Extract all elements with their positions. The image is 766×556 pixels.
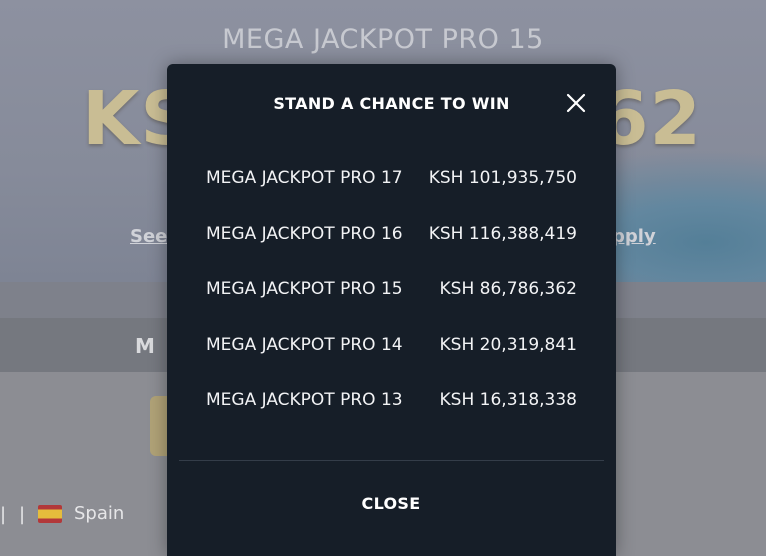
jackpot-row: MEGA JACKPOT PRO 15 KSH 86,786,362: [206, 279, 577, 335]
jackpot-name: MEGA JACKPOT PRO 13: [206, 390, 403, 410]
section-label: M: [135, 334, 157, 358]
close-button[interactable]: CLOSE: [341, 490, 441, 516]
modal-title: STAND A CHANCE TO WIN: [273, 94, 510, 113]
jackpot-amount: KSH 116,388,419: [428, 223, 577, 244]
close-icon[interactable]: [565, 92, 587, 114]
spain-flag-icon: [38, 505, 62, 523]
jackpot-row: MEGA JACKPOT PRO 16 KSH 116,388,419: [206, 224, 577, 280]
hero-title: MEGA JACKPOT PRO 15: [222, 24, 544, 55]
jackpot-name: MEGA JACKPOT PRO 16: [206, 223, 403, 244]
footer-separator: |: [0, 504, 7, 525]
jackpot-row: MEGA JACKPOT PRO 13 KSH 16,318,338: [206, 390, 577, 446]
jackpot-name: MEGA JACKPOT PRO 14: [206, 334, 403, 355]
footer-separator: |: [19, 504, 26, 525]
jackpot-amount: KSH 16,318,338: [439, 390, 577, 410]
modal-divider: [179, 460, 604, 461]
jackpot-modal: STAND A CHANCE TO WIN MEGA JACKPOT PRO 1…: [167, 64, 616, 556]
terms-apply-link[interactable]: pply: [612, 226, 656, 247]
jackpot-amount: KSH 20,319,841: [439, 334, 577, 355]
jackpot-row: MEGA JACKPOT PRO 14 KSH 20,319,841: [206, 335, 577, 391]
jackpot-name: MEGA JACKPOT PRO 15: [206, 279, 403, 299]
country-selector[interactable]: Spain: [74, 503, 124, 524]
jackpot-name: MEGA JACKPOT PRO 17: [206, 168, 403, 188]
jackpot-list: MEGA JACKPOT PRO 17 KSH 101,935,750 MEGA…: [206, 168, 577, 446]
see-details-link[interactable]: See: [130, 226, 167, 247]
jackpot-amount: KSH 101,935,750: [428, 168, 577, 188]
jackpot-row: MEGA JACKPOT PRO 17 KSH 101,935,750: [206, 168, 577, 224]
jackpot-amount: KSH 86,786,362: [439, 279, 577, 299]
